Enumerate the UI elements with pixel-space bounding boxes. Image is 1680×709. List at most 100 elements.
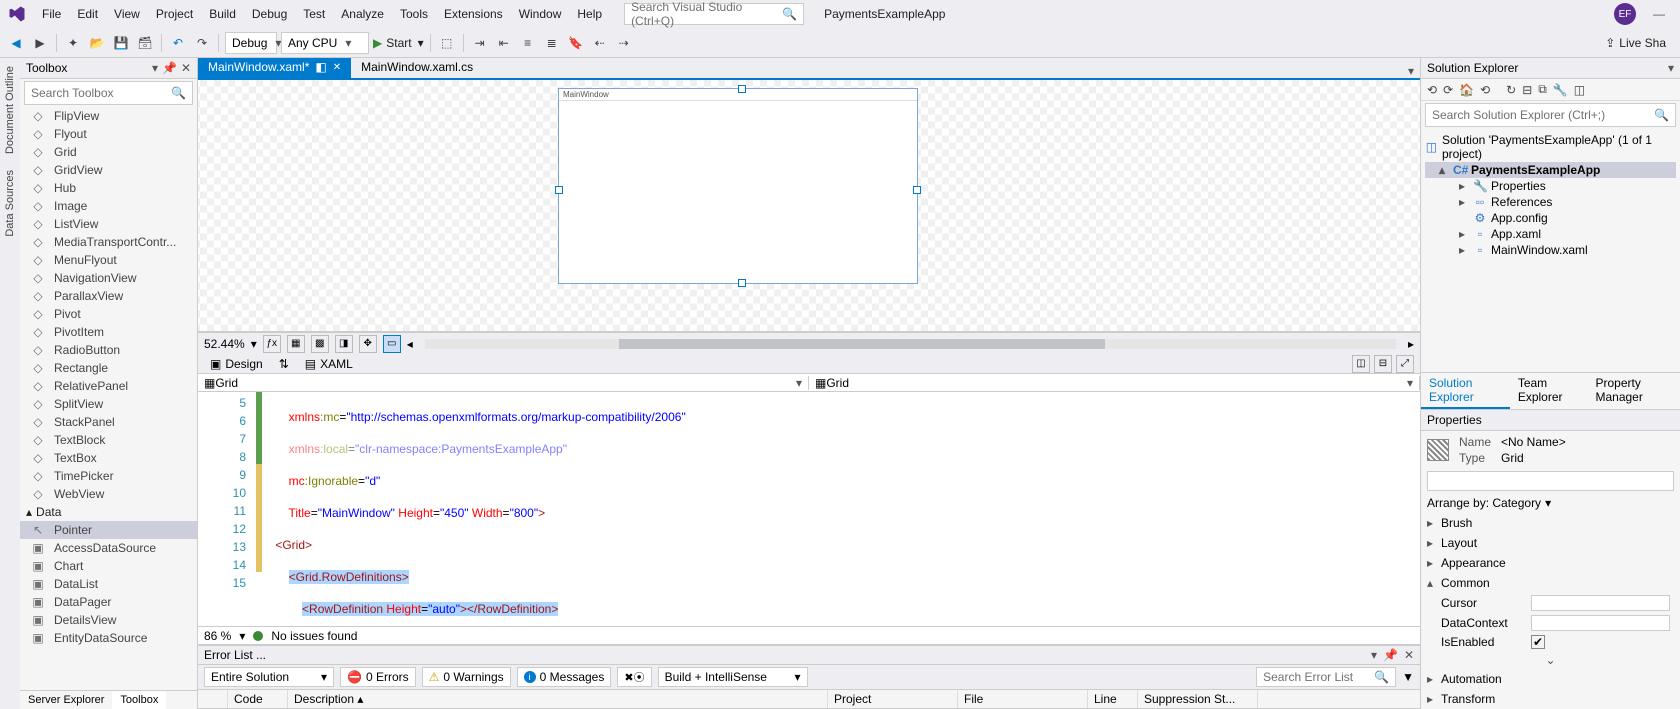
- home-icon[interactable]: ⟲: [1427, 83, 1437, 97]
- show-all-icon[interactable]: ◫: [1574, 83, 1585, 97]
- toolbox-item[interactable]: ◇FlipView: [20, 107, 197, 125]
- tab-property-manager[interactable]: Property Manager: [1587, 373, 1680, 409]
- cat-automation[interactable]: ▸Automation: [1421, 669, 1680, 689]
- sync-icon[interactable]: ⟲: [1480, 83, 1490, 97]
- toolbox-item[interactable]: ▣Chart: [20, 557, 197, 575]
- solution-search[interactable]: Search Solution Explorer (Ctrl+;)🔍: [1425, 103, 1676, 127]
- toolbar-icon[interactable]: ⇤: [494, 33, 514, 53]
- zoom-level[interactable]: 52.44%: [204, 337, 245, 351]
- scope-combo[interactable]: Entire Solution: [204, 667, 334, 687]
- toolbox-item[interactable]: ▣DetailsView: [20, 611, 197, 629]
- cat-transform[interactable]: ▸Transform: [1421, 689, 1680, 709]
- cursor-value[interactable]: [1531, 595, 1670, 611]
- menu-analyze[interactable]: Analyze: [333, 3, 392, 25]
- quick-launch-search[interactable]: Search Visual Studio (Ctrl+Q) 🔍: [624, 3, 804, 25]
- live-share-button[interactable]: ⇪Live Sha: [1605, 36, 1674, 50]
- split-v-icon[interactable]: ⊟: [1374, 355, 1392, 373]
- menu-help[interactable]: Help: [569, 3, 610, 25]
- toolbox-item[interactable]: ▣DataList: [20, 575, 197, 593]
- expand-icon[interactable]: ⌄: [1421, 651, 1680, 669]
- toolbox-tab[interactable]: Toolbox: [112, 691, 166, 709]
- toolbox-item[interactable]: ◇PivotItem: [20, 323, 197, 341]
- toolbox-item[interactable]: ◇TextBlock: [20, 431, 197, 449]
- menu-edit[interactable]: Edit: [69, 3, 106, 25]
- source-combo[interactable]: Build + IntelliSense: [658, 667, 808, 687]
- toolbar-icon[interactable]: ≡: [518, 33, 538, 53]
- save-all-icon[interactable]: 🗃: [135, 33, 155, 53]
- code-content[interactable]: xmlns:mc="http://schemas.openxmlformats.…: [262, 392, 1420, 626]
- cat-common[interactable]: ▴Common: [1421, 573, 1680, 593]
- tab-mainwindow-xaml[interactable]: MainWindow.xaml*◧✕: [198, 58, 351, 78]
- code-zoom[interactable]: 86 %: [204, 629, 231, 643]
- minimize-button[interactable]: —: [1644, 7, 1674, 21]
- cat-layout[interactable]: ▸Layout: [1421, 533, 1680, 553]
- refresh-icon[interactable]: ↻: [1506, 83, 1516, 97]
- toolbox-item[interactable]: ◇Image: [20, 197, 197, 215]
- toolbox-item[interactable]: ◇ListView: [20, 215, 197, 233]
- toolbox-item[interactable]: ◇TimePicker: [20, 467, 197, 485]
- bc-right[interactable]: ▦ Grid: [809, 376, 1420, 390]
- platform-combo[interactable]: Any CPU: [281, 32, 369, 54]
- collapse-icon[interactable]: ⊟: [1522, 83, 1532, 97]
- tab-solution-explorer[interactable]: Solution Explorer: [1421, 373, 1510, 409]
- menu-debug[interactable]: Debug: [244, 3, 295, 25]
- nav-fwd-button[interactable]: ▶: [30, 33, 50, 53]
- toolbox-item[interactable]: ◇MediaTransportContr...: [20, 233, 197, 251]
- close-icon[interactable]: ✕: [181, 61, 191, 75]
- dropdown-icon[interactable]: ▾: [1371, 648, 1377, 662]
- scroll-left-icon[interactable]: ◂: [407, 337, 413, 351]
- undo-icon[interactable]: ↶: [168, 33, 188, 53]
- toolbox-item[interactable]: ◇RelativePanel: [20, 377, 197, 395]
- save-icon[interactable]: 💾: [111, 33, 131, 53]
- filter-icon[interactable]: ▼: [1402, 670, 1414, 684]
- toolbox-search[interactable]: Search Toolbox 🔍: [24, 81, 193, 105]
- tab-overflow-icon[interactable]: ▾: [1402, 64, 1420, 78]
- toolbox-item[interactable]: ◇StackPanel: [20, 413, 197, 431]
- menu-window[interactable]: Window: [511, 3, 570, 25]
- start-debug-button[interactable]: ▶Start: [373, 36, 424, 50]
- menu-build[interactable]: Build: [201, 3, 244, 25]
- cat-appearance[interactable]: ▸Appearance: [1421, 553, 1680, 573]
- horizontal-scrollbar[interactable]: [425, 339, 1396, 349]
- menu-view[interactable]: View: [106, 3, 148, 25]
- expand-icon[interactable]: ⤢: [1396, 355, 1414, 373]
- tab-mainwindow-cs[interactable]: MainWindow.xaml.cs: [351, 58, 483, 78]
- move-icon[interactable]: ✥: [359, 335, 377, 353]
- toolbox-item[interactable]: ▣EntityDataSource: [20, 629, 197, 647]
- toolbox-item[interactable]: ◇Rectangle: [20, 359, 197, 377]
- toolbar-icon[interactable]: ⇠: [590, 33, 610, 53]
- filter-icon[interactable]: ✖⦿: [617, 667, 651, 687]
- toolbar-icon[interactable]: ≣: [542, 33, 562, 53]
- toolbox-item[interactable]: ◇GridView: [20, 161, 197, 179]
- scroll-right-icon[interactable]: ▸: [1408, 337, 1414, 351]
- effects-icon[interactable]: ƒx: [263, 335, 281, 353]
- messages-filter[interactable]: i0 Messages: [517, 667, 612, 687]
- swap-icon[interactable]: ⇅: [279, 357, 289, 371]
- pin-icon[interactable]: 📌: [162, 61, 177, 75]
- snap-icon[interactable]: ▩: [311, 335, 329, 353]
- toolbox-item[interactable]: ◇Hub: [20, 179, 197, 197]
- toolbox-item[interactable]: ◇ParallaxView: [20, 287, 197, 305]
- warnings-filter[interactable]: ⚠0 Warnings: [422, 667, 511, 687]
- toolbox-item[interactable]: ◇MenuFlyout: [20, 251, 197, 269]
- home-icon[interactable]: 🏠: [1459, 83, 1474, 97]
- design-canvas[interactable]: MainWindow: [558, 88, 918, 284]
- dropdown-icon[interactable]: ▾: [152, 61, 158, 75]
- toolbar-icon[interactable]: ⇥: [470, 33, 490, 53]
- toolbox-item[interactable]: ◇WebView: [20, 485, 197, 503]
- layout-icon[interactable]: ◨: [335, 335, 353, 353]
- datacontext-value[interactable]: [1531, 615, 1670, 631]
- toolbox-item[interactable]: ↖Pointer: [20, 521, 197, 539]
- icon[interactable]: ⧉: [1538, 82, 1547, 97]
- toolbox-item[interactable]: ◇NavigationView: [20, 269, 197, 287]
- menu-tools[interactable]: Tools: [392, 3, 436, 25]
- toolbar-icon[interactable]: ⬚: [437, 33, 457, 53]
- data-sources-tab[interactable]: Data Sources: [2, 162, 18, 245]
- doc-outline-tab[interactable]: Document Outline: [2, 58, 18, 162]
- toolbox-group-data[interactable]: ▴Data: [20, 503, 197, 521]
- config-combo[interactable]: Debug: [225, 32, 277, 54]
- toolbox-item[interactable]: ▣AccessDataSource: [20, 539, 197, 557]
- toolbox-item[interactable]: ◇Grid: [20, 143, 197, 161]
- xaml-tab[interactable]: ▤ XAML: [299, 355, 359, 373]
- toolbar-icon[interactable]: ⇢: [614, 33, 634, 53]
